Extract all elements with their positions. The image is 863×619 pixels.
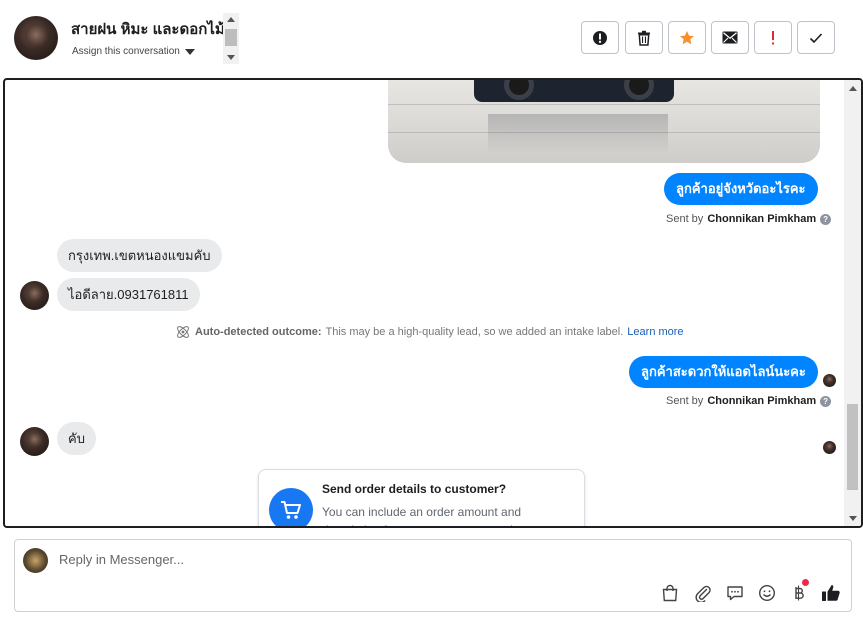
help-icon[interactable]: ? (820, 395, 832, 407)
smiley-icon (758, 584, 776, 602)
envelope-icon (722, 31, 738, 44)
sent-by-name[interactable]: Chonnikan Pimkham (707, 213, 816, 225)
floor-reflection (488, 114, 668, 154)
incoming-message[interactable]: กรุงเทพ.เขตหนองแขมคับ (57, 239, 222, 272)
floor-line (388, 104, 820, 105)
auto-detected-outcome: Auto-detected outcome: This may be a hig… (175, 324, 684, 340)
contact-avatar-small[interactable] (20, 281, 49, 310)
send-like-button[interactable] (821, 583, 841, 603)
follow-up-button[interactable] (754, 21, 792, 54)
wheel (504, 80, 534, 100)
chat-bubble-icon (727, 586, 743, 601)
scroll-down-icon[interactable] (227, 55, 235, 60)
alert-circle-icon (593, 30, 607, 45)
mark-unread-button[interactable] (711, 21, 749, 54)
auto-detected-label: Auto-detected outcome: (195, 326, 322, 338)
paperclip-icon (695, 585, 711, 602)
outgoing-message[interactable]: ลูกค้าสะดวกให้แอดไลน์นะคะ (629, 356, 818, 388)
contact-avatar[interactable] (14, 16, 58, 60)
assign-label: Assign this conversation (72, 46, 180, 57)
scroll-thumb[interactable] (225, 29, 237, 46)
delete-button[interactable] (625, 21, 663, 54)
sent-by-prefix: Sent by (666, 395, 704, 407)
incoming-message[interactable]: คับ (57, 422, 96, 455)
outgoing-message[interactable]: ลูกค้าอยู่จังหวัดอะไรคะ (664, 173, 818, 205)
notification-dot (802, 579, 809, 586)
sent-by-name[interactable]: Chonnikan Pimkham (707, 395, 816, 407)
wheel (624, 80, 654, 100)
scroll-thumb[interactable] (847, 404, 858, 490)
name-scrollbar[interactable] (223, 13, 239, 64)
order-details-card[interactable]: Send order details to customer? You can … (258, 469, 585, 526)
auto-detected-text: This may be a high-quality lead, so we a… (325, 326, 624, 338)
help-icon[interactable]: ? (820, 213, 832, 225)
saved-replies-button[interactable] (725, 583, 745, 603)
mark-done-button[interactable] (797, 21, 835, 54)
baht-currency-icon (795, 585, 804, 601)
contact-avatar-small[interactable] (20, 427, 49, 456)
thumbs-up-icon (822, 585, 840, 601)
vehicle-body (474, 80, 674, 102)
scroll-up-icon[interactable] (227, 17, 235, 22)
message-thread[interactable]: ลูกค้าอยู่จังหวัดอะไรคะ Sent by Chonnika… (3, 78, 863, 528)
scroll-up-icon[interactable] (849, 86, 857, 91)
incoming-message[interactable]: ไอดีลาย.0931761811 (57, 278, 200, 311)
learn-more-link[interactable]: Learn more (627, 326, 683, 338)
order-card-title: Send order details to customer? (322, 482, 507, 496)
order-card-description: You can include an order amount and desc… (322, 505, 531, 526)
star-icon (680, 30, 694, 44)
emoji-button[interactable] (757, 583, 777, 603)
contact-name[interactable]: สายฝน หิมะ และดอกไม้ (71, 17, 223, 41)
attach-button[interactable] (693, 583, 713, 603)
scroll-down-icon[interactable] (849, 516, 857, 521)
trash-icon (638, 30, 650, 46)
star-button[interactable] (668, 21, 706, 54)
seen-indicator-avatar (823, 374, 836, 387)
caret-down-icon (184, 48, 195, 55)
shop-button[interactable] (660, 583, 680, 603)
atom-icon (177, 326, 189, 338)
payment-button[interactable] (789, 579, 809, 603)
assign-conversation-dropdown[interactable]: Assign this conversation (72, 46, 195, 57)
spam-button[interactable] (581, 21, 619, 54)
sent-by-label: Sent by Chonnikan Pimkham ? (666, 395, 832, 407)
shopping-bag-icon (662, 584, 678, 602)
page-avatar (23, 548, 48, 573)
check-icon (809, 32, 823, 43)
vehicle-photo-attachment[interactable] (388, 80, 820, 163)
reply-composer (14, 539, 852, 612)
sent-by-prefix: Sent by (666, 213, 704, 225)
sent-by-label: Sent by Chonnikan Pimkham ? (666, 213, 832, 225)
thread-scrollbar[interactable] (844, 80, 861, 526)
seen-indicator-avatar (823, 441, 836, 454)
reply-input[interactable] (59, 552, 759, 567)
conversation-header: สายฝน หิมะ และดอกไม้ Assign this convers… (0, 0, 863, 78)
shopping-cart-icon (269, 488, 313, 526)
exclamation-icon (772, 30, 774, 44)
